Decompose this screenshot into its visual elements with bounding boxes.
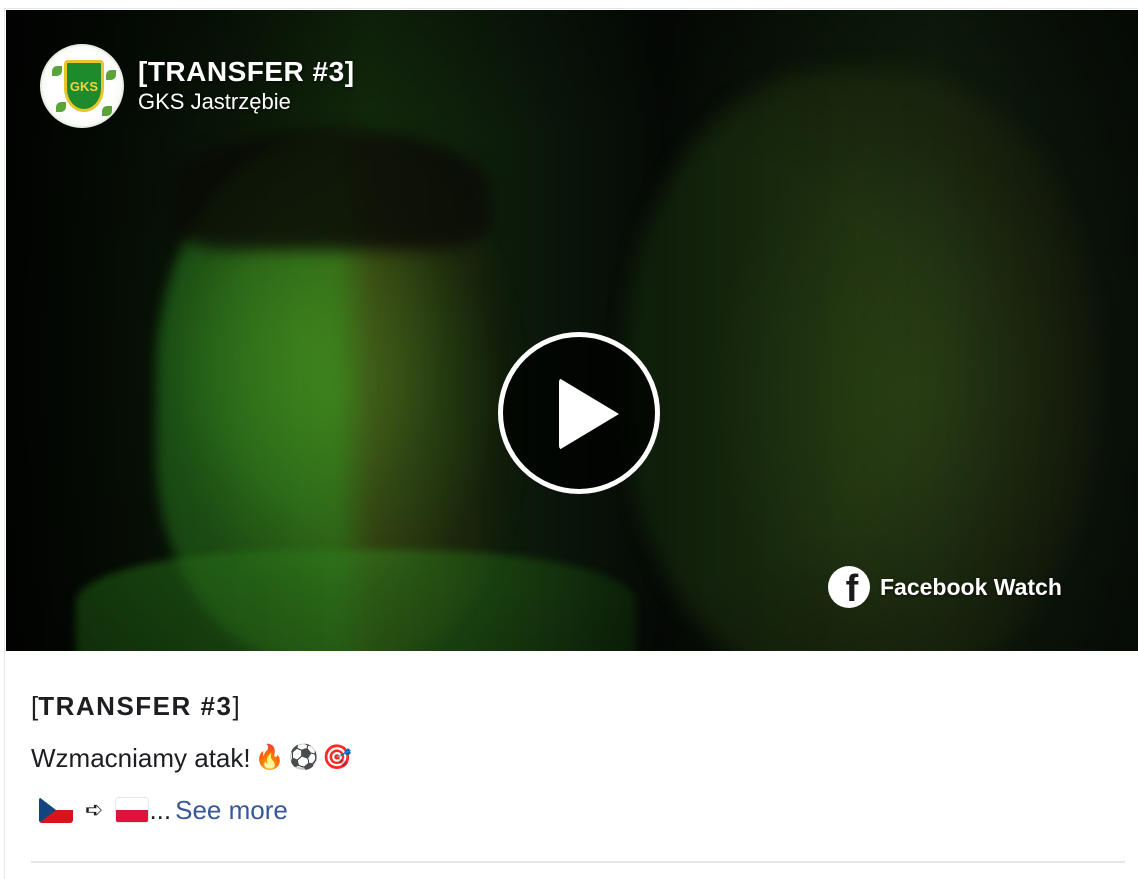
facebook-video-post: GKS [TRANSFER #3] GKS Jastrzębie f Faceb… [4,8,1138,879]
video-player[interactable]: GKS [TRANSFER #3] GKS Jastrzębie f Faceb… [6,10,1138,651]
caption-body-text: Wzmacniamy atak! [31,743,251,773]
facebook-watch-link[interactable]: f Facebook Watch [828,566,1062,608]
facebook-logo-icon: f [828,566,870,608]
czech-flag-icon [39,797,73,823]
arrow-icon: ➪ [85,797,104,822]
caption-flags-line: ➪ ... See more [31,795,1121,825]
post-caption: [TRANSFER #3] Wzmacniamy atak! 🔥 ⚽ 🎯 ➪ .… [31,691,1121,825]
crest-text: GKS [69,78,99,94]
caption-title-word: TRANSFER [38,691,192,721]
post-divider [31,861,1125,863]
facebook-watch-label: Facebook Watch [880,573,1062,600]
soccer-ball-emoji-icon: ⚽ [288,744,319,771]
crest-leaf-icon [106,70,116,80]
crest-leaf-icon [56,102,66,112]
caption-title-hash: # [191,691,217,721]
caption-title: [TRANSFER #3] [31,691,1121,721]
see-more-link[interactable]: See more [175,795,288,825]
caption-title-bracket-close: ] [232,691,240,721]
page-avatar[interactable]: GKS [40,44,124,128]
facebook-logo-letter: f [845,568,859,608]
crest-leaf-icon [102,106,112,116]
polish-flag-icon [115,797,150,823]
video-title[interactable]: [TRANSFER #3] [138,56,355,88]
play-button[interactable] [498,332,660,494]
crest-leaf-icon [52,66,62,76]
video-header-text: [TRANSFER #3] GKS Jastrzębie [138,56,355,116]
fire-emoji-icon: 🔥 [254,744,285,771]
video-header: GKS [TRANSFER #3] GKS Jastrzębie [40,44,355,128]
play-icon [559,378,619,450]
direct-hit-emoji-icon: 🎯 [322,744,353,771]
caption-title-number: 3 [216,691,233,721]
caption-ellipsis: ... [149,795,172,825]
club-crest-logo: GKS [64,60,104,112]
page-name-link[interactable]: GKS Jastrzębie [138,88,355,116]
caption-body: Wzmacniamy atak! 🔥 ⚽ 🎯 [31,743,1121,773]
